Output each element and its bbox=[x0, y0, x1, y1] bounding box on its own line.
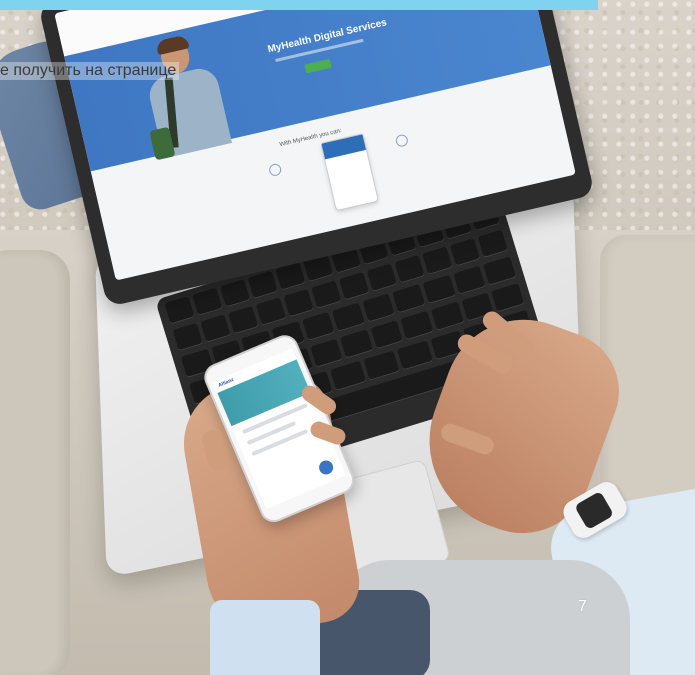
hero-person bbox=[132, 31, 235, 161]
sofa-cushion-left bbox=[0, 250, 70, 675]
phone-action-button bbox=[316, 458, 336, 477]
top-banner bbox=[0, 0, 598, 10]
feature-icon bbox=[394, 133, 410, 148]
feature-icon bbox=[267, 162, 283, 178]
feature-item bbox=[371, 128, 433, 156]
hero-cta-button bbox=[304, 58, 332, 74]
left-sleeve bbox=[210, 600, 320, 675]
site-phone-illustration bbox=[320, 133, 379, 212]
page-number: 7 bbox=[578, 598, 587, 615]
photo-scene: Allianz — — — MyHealth Digital Services … bbox=[0, 0, 695, 675]
feature-item bbox=[245, 157, 307, 185]
caption-text: е получить на странице bbox=[0, 62, 180, 80]
